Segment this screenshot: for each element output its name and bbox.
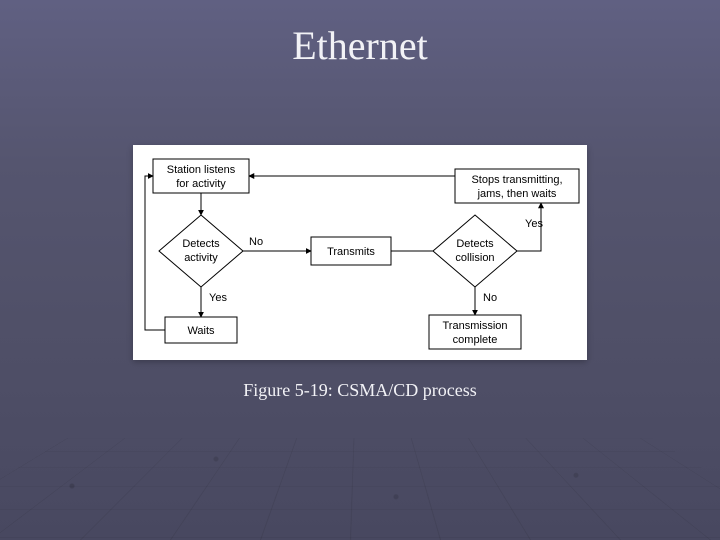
node-complete-text-1: Transmission — [443, 320, 508, 332]
node-listen-text-1: Station listens — [167, 164, 236, 176]
node-stops-text-1: Stops transmitting, — [471, 174, 562, 186]
node-stops-text-2: jams, then waits — [477, 188, 557, 200]
node-listen-text-2: for activity — [176, 178, 226, 190]
node-detects-collision-text-1: Detects — [456, 238, 494, 250]
node-detects-collision — [433, 215, 517, 287]
label-no-1: No — [249, 236, 263, 248]
node-complete-text-2: complete — [453, 334, 498, 346]
figure-caption: Figure 5-19: CSMA/CD process — [0, 380, 720, 401]
node-detects-activity-text-2: activity — [184, 252, 218, 264]
node-waits-text: Waits — [187, 325, 215, 337]
flowchart-figure: Station listens for activity Detects act… — [133, 145, 587, 360]
label-yes-1: Yes — [209, 292, 227, 304]
node-transmits-text: Transmits — [327, 246, 375, 258]
node-detects-activity — [159, 215, 243, 287]
background-grid — [0, 438, 720, 540]
page-title: Ethernet — [0, 22, 720, 69]
csma-cd-flowchart: Station listens for activity Detects act… — [133, 145, 587, 360]
label-no-2: No — [483, 292, 497, 304]
node-detects-collision-text-2: collision — [455, 252, 494, 264]
node-detects-activity-text-1: Detects — [182, 238, 220, 250]
